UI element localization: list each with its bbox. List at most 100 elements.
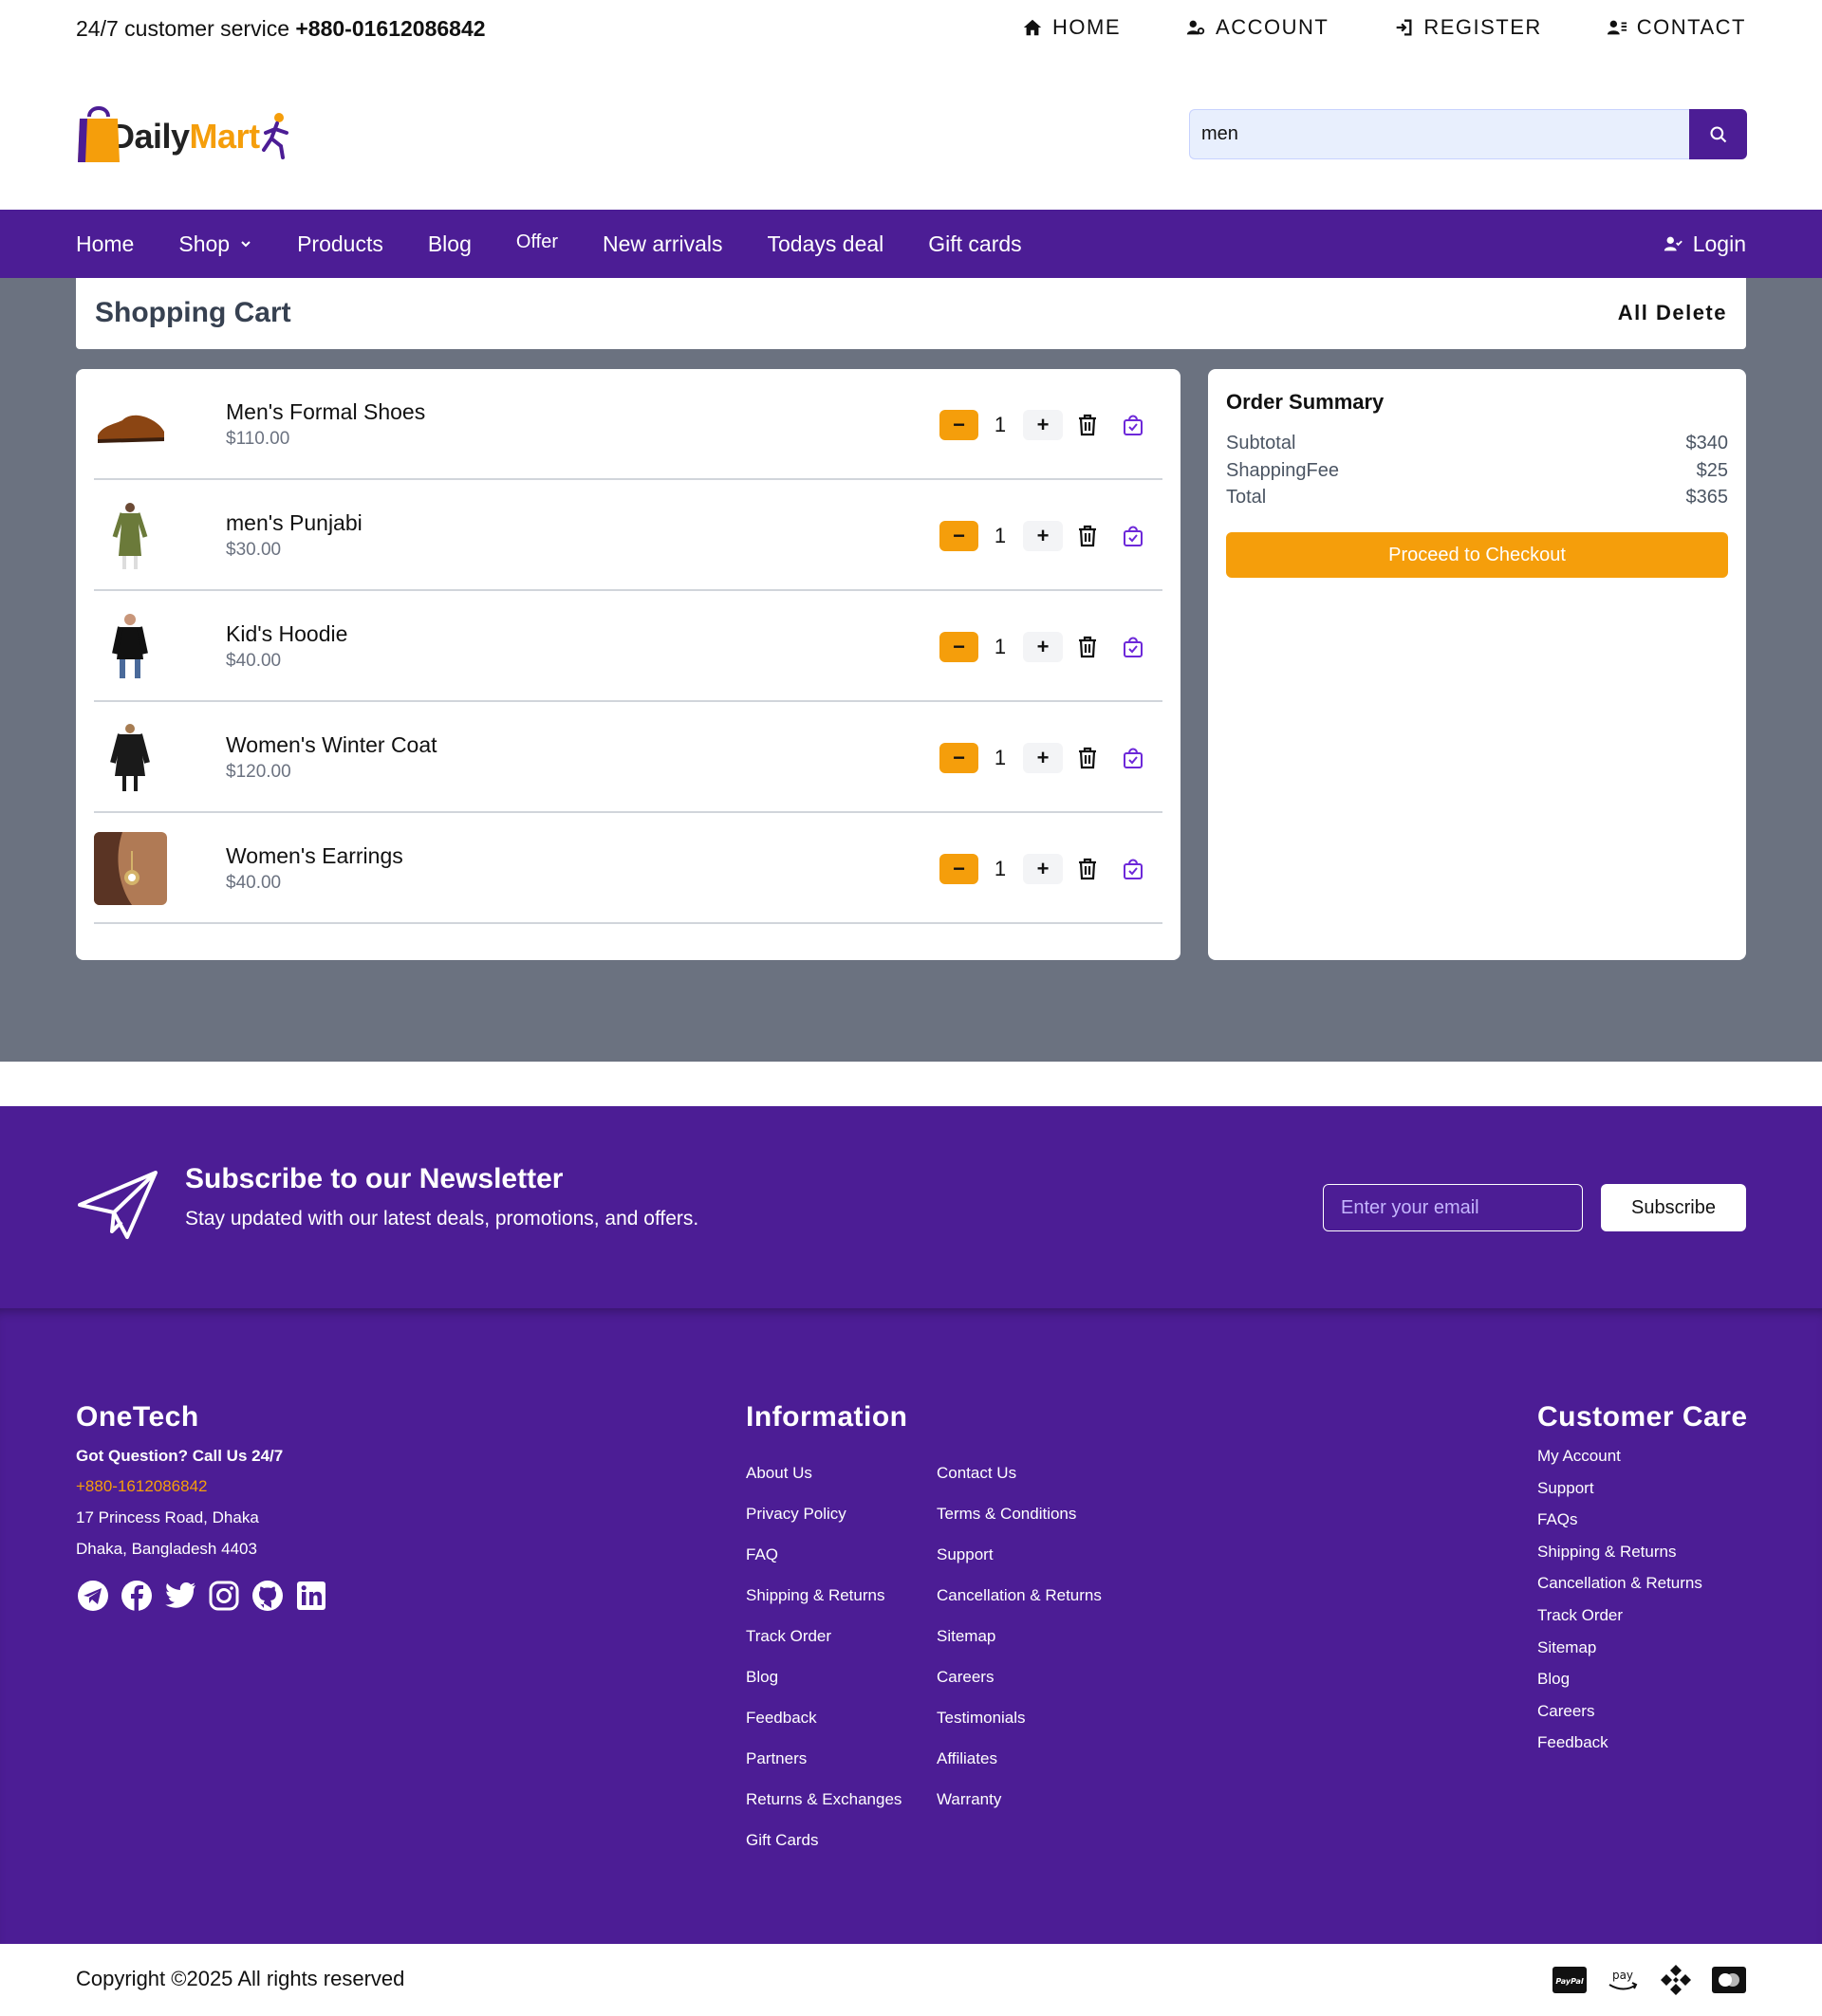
nav-item-label: Gift cards <box>928 231 1022 256</box>
footer-link[interactable]: Returns & Exchanges <box>746 1790 902 1831</box>
increase-qty-button[interactable]: + <box>1023 521 1063 551</box>
footer-link[interactable]: About Us <box>746 1464 902 1505</box>
information-links-col-1: About Us Privacy Policy FAQ Shipping & R… <box>746 1464 902 1872</box>
page: 24/7 customer service +880-01612086842 H… <box>0 0 1822 2016</box>
footer-link[interactable]: Contact Us <box>937 1464 1102 1505</box>
top-link-label: REGISTER <box>1423 15 1542 39</box>
nav-item-products[interactable]: Products <box>297 231 383 257</box>
nav-item-gift-cards[interactable]: Gift cards <box>928 231 1021 257</box>
facebook-icon[interactable] <box>120 1579 153 1612</box>
footer-link[interactable]: Partners <box>746 1749 902 1790</box>
newsletter-email-input[interactable] <box>1323 1184 1583 1231</box>
top-link-label: CONTACT <box>1636 15 1746 39</box>
buy-now-button[interactable] <box>1119 855 1147 883</box>
footer-link[interactable]: Cancellation & Returns <box>1537 1574 1702 1606</box>
footer-link[interactable]: My Account <box>1537 1447 1702 1479</box>
instagram-icon[interactable] <box>207 1579 240 1612</box>
top-link-account[interactable]: ACCOUNT <box>1185 15 1329 40</box>
footer-phone[interactable]: +880-1612086842 <box>76 1477 208 1496</box>
linkedin-icon[interactable] <box>294 1579 327 1612</box>
delete-item-button[interactable] <box>1073 744 1102 772</box>
shopping-bag-logo-icon <box>78 106 120 162</box>
telegram-icon[interactable] <box>76 1579 109 1612</box>
top-link-contact[interactable]: CONTACT <box>1607 15 1746 40</box>
cart-item: men's Punjabi $30.00 − 1 + <box>94 480 1162 591</box>
nav-item-todays-deal[interactable]: Todays deal <box>768 231 884 257</box>
all-delete-button[interactable]: All Delete <box>1618 301 1727 325</box>
paypal-icon: PayPal <box>1552 1963 1587 1997</box>
cart-items-panel: Men's Formal Shoes $110.00 − 1 + men's P… <box>76 369 1181 960</box>
decrease-qty-button[interactable]: − <box>939 410 978 440</box>
nav-item-home[interactable]: Home <box>76 231 134 257</box>
footer-link[interactable]: Careers <box>937 1668 1102 1709</box>
delete-item-button[interactable] <box>1073 633 1102 661</box>
top-link-home[interactable]: HOME <box>1022 15 1121 40</box>
footer-link[interactable]: Privacy Policy <box>746 1505 902 1545</box>
delete-item-button[interactable] <box>1073 522 1102 550</box>
footer-link[interactable]: Blog <box>1537 1670 1702 1702</box>
product-name: men's Punjabi <box>226 510 363 535</box>
delete-item-button[interactable] <box>1073 855 1102 883</box>
top-link-register[interactable]: REGISTER <box>1393 15 1541 40</box>
buy-now-button[interactable] <box>1119 744 1147 772</box>
increase-qty-button[interactable]: + <box>1023 743 1063 773</box>
nav-item-label: Products <box>297 231 383 256</box>
buy-now-button[interactable] <box>1119 411 1147 439</box>
quantity-value: 1 <box>994 635 1007 658</box>
nav-login[interactable]: Login <box>1663 210 1746 278</box>
increase-qty-button[interactable]: + <box>1023 854 1063 884</box>
subscribe-button[interactable]: Subscribe <box>1601 1184 1746 1231</box>
search-button[interactable] <box>1689 109 1747 159</box>
decrease-qty-button[interactable]: − <box>939 632 978 662</box>
mastercard-icon <box>1712 1963 1746 1997</box>
footer-link[interactable]: Support <box>937 1545 1102 1586</box>
buy-now-button[interactable] <box>1119 633 1147 661</box>
twitter-icon[interactable] <box>163 1579 196 1612</box>
search-input[interactable] <box>1189 109 1689 159</box>
logo[interactable]: DailyMart <box>76 101 294 167</box>
search-icon <box>1709 125 1726 142</box>
footer-address-line-2: Dhaka, Bangladesh 4403 <box>76 1540 257 1558</box>
footer-link[interactable]: Gift Cards <box>746 1831 902 1872</box>
decrease-qty-button[interactable]: − <box>939 743 978 773</box>
nav-item-new-arrivals[interactable]: New arrivals <box>603 231 723 257</box>
footer-link[interactable]: Sitemap <box>1537 1638 1702 1671</box>
footer-link[interactable]: Feedback <box>746 1709 902 1749</box>
nav-item-blog[interactable]: Blog <box>428 231 472 257</box>
footer-address-line-1: 17 Princess Road, Dhaka <box>76 1508 259 1526</box>
footer-link[interactable]: Blog <box>746 1668 902 1709</box>
footer-link[interactable]: Feedback <box>1537 1733 1702 1766</box>
footer-link[interactable]: Warranty <box>937 1790 1102 1831</box>
increase-qty-button[interactable]: + <box>1023 410 1063 440</box>
page-title: Shopping Cart <box>95 297 291 328</box>
footer-link[interactable]: Sitemap <box>937 1627 1102 1668</box>
checkout-button[interactable]: Proceed to Checkout <box>1226 532 1728 578</box>
service-phone: +880-01612086842 <box>295 16 486 41</box>
footer-link[interactable]: FAQs <box>1537 1510 1702 1543</box>
footer-link[interactable]: Support <box>1537 1479 1702 1511</box>
quantity-value: 1 <box>994 857 1007 880</box>
nav-item-shop[interactable]: Shop <box>178 231 252 257</box>
github-icon[interactable] <box>251 1579 284 1612</box>
footer-link[interactable]: Terms & Conditions <box>937 1505 1102 1545</box>
logo-text-mart: Mart <box>189 117 261 156</box>
footer-link[interactable]: Cancellation & Returns <box>937 1586 1102 1627</box>
footer-link[interactable]: Shipping & Returns <box>746 1586 902 1627</box>
delete-item-button[interactable] <box>1073 411 1102 439</box>
footer-link[interactable]: Testimonials <box>937 1709 1102 1749</box>
product-price: $120.00 <box>226 762 291 782</box>
increase-qty-button[interactable]: + <box>1023 632 1063 662</box>
footer-link[interactable]: Affiliates <box>937 1749 1102 1790</box>
buy-now-button[interactable] <box>1119 522 1147 550</box>
footer-link[interactable]: FAQ <box>746 1545 902 1586</box>
footer-link[interactable]: Track Order <box>1537 1606 1702 1638</box>
footer-link[interactable]: Shipping & Returns <box>1537 1543 1702 1575</box>
subtotal-value: $340 <box>1685 433 1729 453</box>
decrease-qty-button[interactable]: − <box>939 854 978 884</box>
footer-link[interactable]: Track Order <box>746 1627 902 1668</box>
decrease-qty-button[interactable]: − <box>939 521 978 551</box>
nav-item-offer[interactable]: Offer <box>516 231 558 253</box>
paper-plane-icon <box>78 1171 158 1239</box>
footer-link[interactable]: Careers <box>1537 1702 1702 1734</box>
nav-items: Home Shop Products Blog Offer New arriva… <box>76 210 1022 278</box>
